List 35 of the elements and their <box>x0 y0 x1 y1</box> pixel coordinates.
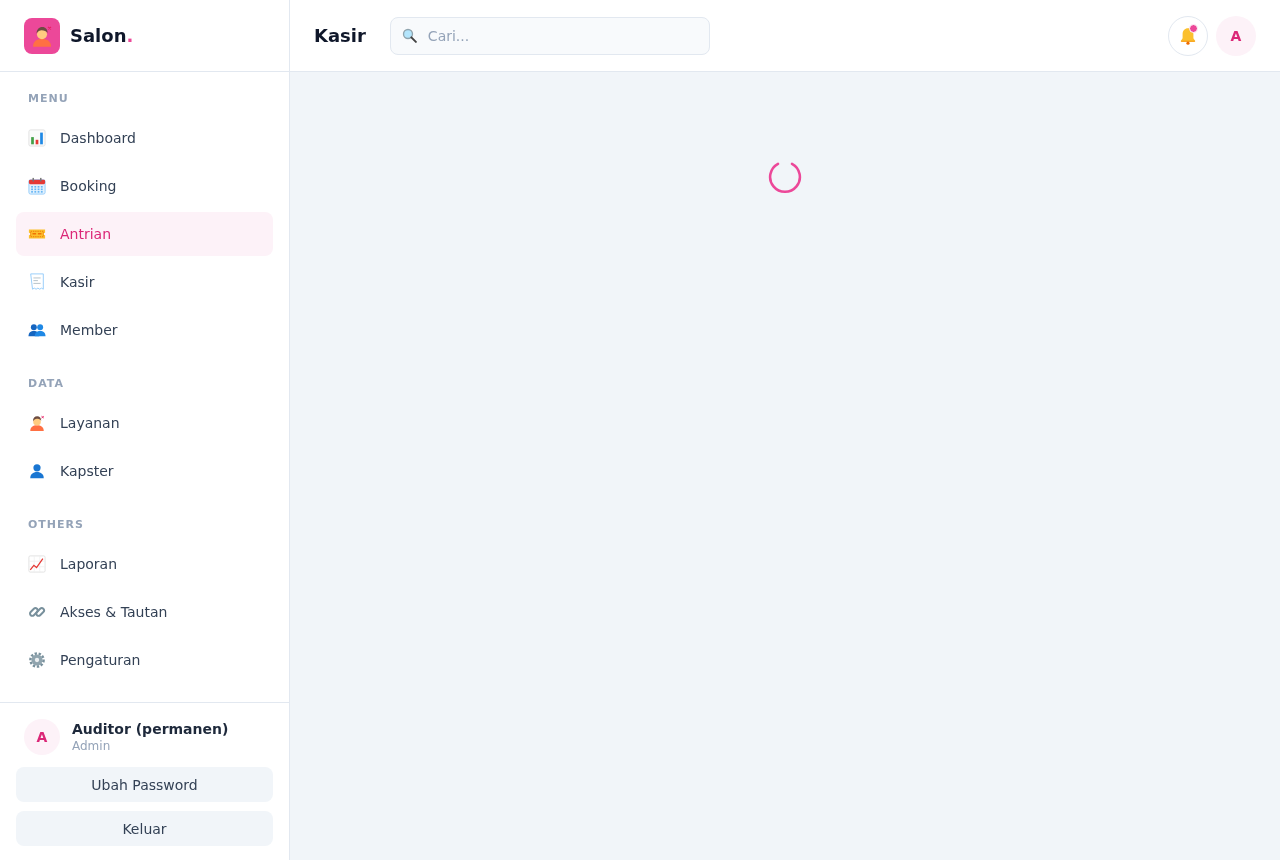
loading-spinner <box>768 160 802 194</box>
nav-item[interactable]: Dashboard <box>16 116 273 160</box>
notification-button[interactable] <box>1168 15 1208 56</box>
page-title: Kasir <box>314 25 366 46</box>
nav-item[interactable]: Kasir <box>16 260 273 304</box>
gear-icon <box>28 651 46 669</box>
people-icon <box>28 321 46 339</box>
change-password-button[interactable]: Ubah Password <box>16 767 273 802</box>
profile-avatar-button[interactable]: A <box>1216 15 1256 56</box>
nav-item[interactable]: Member <box>16 308 273 352</box>
calendar-icon <box>28 177 46 195</box>
section-heading: MENU <box>27 91 70 107</box>
nav-item[interactable]: Antrian <box>16 212 273 256</box>
logo-icon <box>24 17 60 54</box>
nav-item[interactable]: Kapster <box>16 449 273 493</box>
nav-item[interactable]: Pengaturan <box>16 638 273 682</box>
section-heading: OTHERS <box>27 517 85 533</box>
search-field[interactable]: Cari... <box>389 16 710 55</box>
user-avatar: A <box>24 719 60 755</box>
receipt-icon <box>28 273 46 291</box>
haircut-icon <box>28 414 46 432</box>
user-name: Auditor (permanen) <box>72 720 229 738</box>
user-role: Admin <box>72 739 112 754</box>
brand-dot: . <box>126 25 134 46</box>
search-icon <box>401 27 417 43</box>
bar-chart-icon <box>28 129 46 147</box>
section-heading: DATA <box>27 376 65 392</box>
line-chart-icon <box>28 555 46 573</box>
nav-item[interactable]: Booking <box>16 164 273 208</box>
person-icon <box>28 462 46 480</box>
nav-item[interactable]: Akses & Tautan <box>16 590 273 634</box>
brand-name: Salon <box>70 25 127 46</box>
logout-button[interactable]: Keluar <box>16 811 273 846</box>
nav-item[interactable]: Layanan <box>16 401 273 445</box>
nav-item[interactable]: Laporan <box>16 542 273 586</box>
